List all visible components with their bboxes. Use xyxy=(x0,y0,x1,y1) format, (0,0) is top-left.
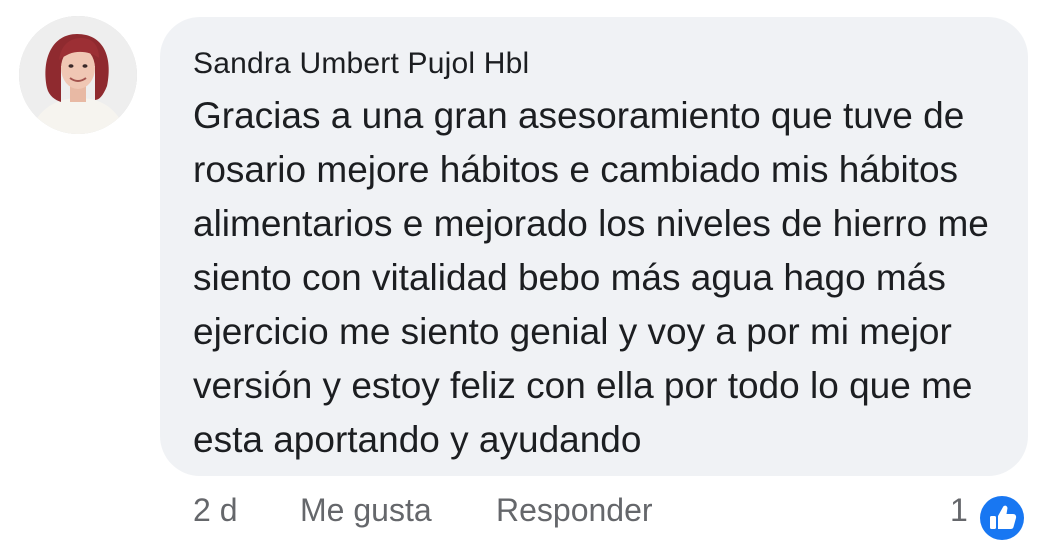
comment-author[interactable]: Sandra Umbert Pujol Hbl xyxy=(193,47,529,81)
comment-text: Gracias a una gran asesoramiento que tuv… xyxy=(193,95,989,460)
comment-actions: 2 d Me gusta Responder 1 xyxy=(0,492,1057,543)
like-button[interactable]: Me gusta xyxy=(300,492,432,529)
comment-root: Sandra Umbert Pujol Hbl Gracias a una gr… xyxy=(0,0,1057,543)
reaction-count[interactable]: 1 xyxy=(950,492,968,529)
reply-button[interactable]: Responder xyxy=(496,492,653,529)
profile-photo-icon xyxy=(19,16,137,134)
thumbs-up-icon[interactable] xyxy=(976,492,1028,543)
avatar[interactable] xyxy=(19,16,137,134)
comment-bubble: Sandra Umbert Pujol Hbl Gracias a una gr… xyxy=(160,17,1028,476)
comment-timestamp[interactable]: 2 d xyxy=(193,492,237,529)
